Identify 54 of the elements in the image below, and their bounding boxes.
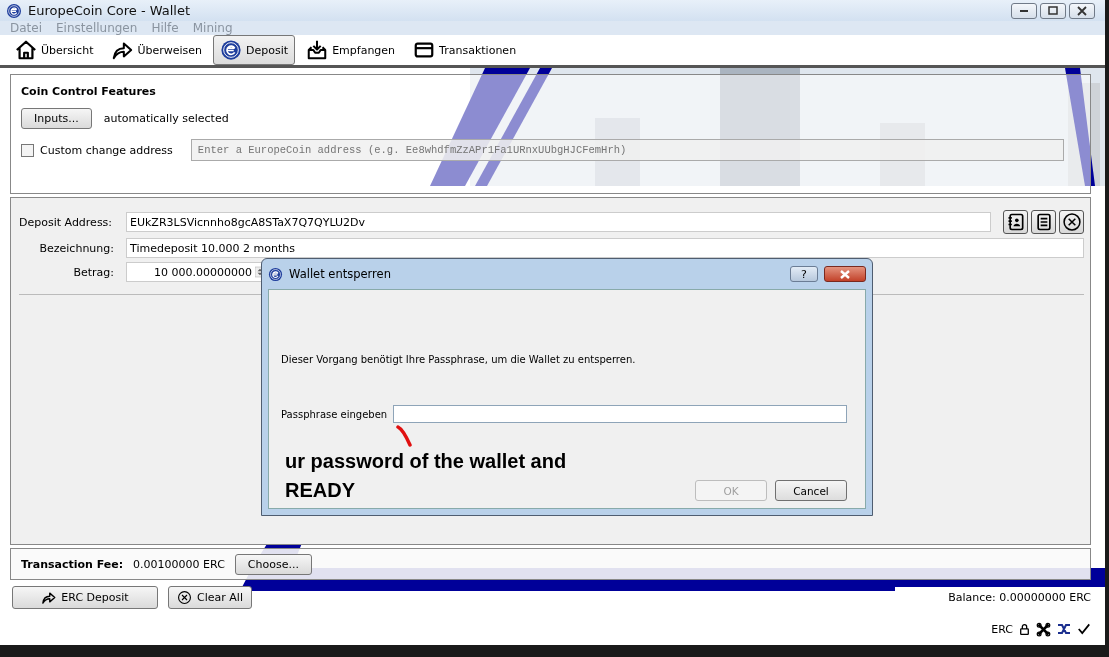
toolbar-tab[interactable]: Deposit (213, 35, 296, 65)
toolbar-tab[interactable]: Transaktionen (406, 35, 524, 65)
network-icon (1056, 621, 1072, 637)
action-button[interactable]: Clear All (168, 586, 252, 609)
close-button[interactable] (824, 266, 866, 282)
unit-label: ERC (991, 622, 1013, 636)
inbox-icon (306, 39, 329, 61)
passphrase-input[interactable] (393, 405, 847, 423)
lock-icon (1018, 622, 1031, 636)
inputs-button[interactable]: Inputs... (21, 108, 92, 129)
choose-fee-button[interactable]: Choose... (234, 553, 312, 575)
annotation-text: ur password of the wallet and READY (285, 449, 568, 503)
app-logo-icon (268, 266, 283, 282)
window-title: EuropeCoin Core - Wallet (28, 3, 192, 18)
maximize-icon (1047, 5, 1059, 16)
toolbar-tab[interactable]: Überweisen (104, 35, 210, 65)
clear-icon (177, 590, 193, 605)
field-label: Deposit Address: (19, 215, 114, 229)
inputs-status: automatically selected (103, 112, 229, 125)
coin-icon (220, 39, 243, 61)
section-title: Coin Control Features (21, 85, 156, 98)
checkbox-label: Custom change address (40, 143, 173, 157)
label-field[interactable]: Timedeposit 10.000 2 months (126, 238, 1084, 258)
checkmark-icon (1077, 622, 1091, 636)
address-book-button[interactable] (1003, 210, 1028, 234)
arrow-icon (41, 590, 57, 605)
checkbox[interactable] (21, 143, 34, 157)
home-icon (15, 39, 37, 61)
app-logo-icon (6, 2, 22, 19)
toolbar-tab[interactable]: Empfangen (299, 35, 403, 65)
close-icon (1076, 5, 1088, 16)
fee-value: 0.00100000 ERC (133, 557, 225, 571)
annotation-stroke-drawing (395, 425, 413, 447)
minimize-icon (1020, 9, 1028, 12)
close-button[interactable] (1069, 2, 1095, 19)
field-label: Betrag: (72, 265, 114, 279)
help-button[interactable]: ? (790, 266, 818, 282)
dialog-title: Wallet entsperren (289, 267, 392, 281)
maximize-button[interactable] (1040, 2, 1066, 19)
minimize-button[interactable] (1011, 2, 1037, 19)
disconnected-icon (1036, 621, 1051, 637)
passphrase-label: Passphrase eingeben (281, 408, 388, 420)
clear-address-button[interactable] (1059, 210, 1084, 234)
card-icon (413, 39, 436, 61)
paste-button[interactable] (1031, 210, 1056, 234)
address-field[interactable]: EUkZR3LSVicnnho8gcA8STaX7Q7QYLU2Dv (126, 212, 991, 232)
clear-icon (1061, 212, 1082, 232)
action-button[interactable]: ERC Deposit (12, 586, 158, 609)
fee-label: Transaction Fee: (21, 557, 124, 571)
toolbar-tab[interactable]: Übersicht (8, 35, 101, 65)
dialog-message: Dieser Vorgang benötigt Ihre Passphrase, um die Wallet zu entsperren. (281, 354, 637, 365)
cancel-button[interactable]: Cancel (775, 480, 847, 501)
field-label: Bezeichnung: (38, 241, 114, 255)
close-icon (839, 269, 851, 279)
